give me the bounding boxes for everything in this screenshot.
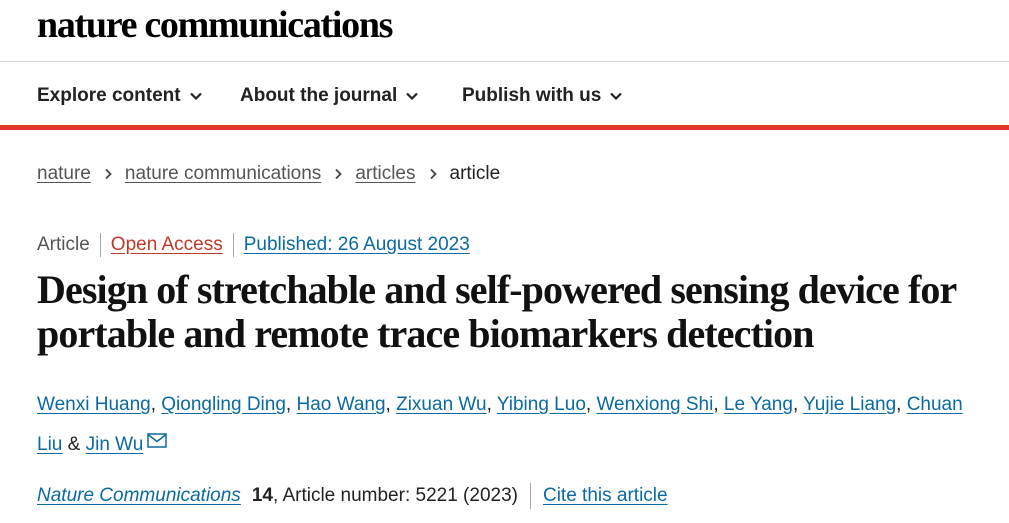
main-nav: Explore content About the journal Publis… — [0, 62, 1009, 130]
chevron-right-icon — [105, 168, 112, 180]
nav-explore-content[interactable]: Explore content — [37, 85, 202, 107]
nav-item-label: About the journal — [240, 85, 398, 106]
breadcrumb-current: article — [449, 163, 501, 184]
published-date-link[interactable]: Published: 26 August 2023 — [244, 234, 470, 256]
author-link[interactable]: Wenxiong Shi — [596, 394, 713, 415]
breadcrumb: nature nature communications articles ar… — [37, 163, 500, 185]
nav-item-label: Publish with us — [462, 85, 602, 106]
meta-divider — [99, 233, 101, 257]
site-logo[interactable]: nature communications — [37, 2, 393, 48]
open-access-link[interactable]: Open Access — [111, 234, 223, 256]
article-type: Article — [37, 234, 90, 255]
author-link[interactable]: Hao Wang — [296, 394, 385, 415]
author-separator: , — [585, 394, 597, 415]
chevron-right-icon — [335, 168, 343, 180]
author-link[interactable]: Le Yang — [724, 394, 793, 415]
author-link[interactable]: Jin Wu — [86, 434, 144, 455]
mail-icon[interactable] — [147, 433, 168, 448]
author-separator: , — [285, 394, 297, 415]
article-title: Design of stretchable and self-powered s… — [37, 267, 957, 356]
article-meta: Article Open Access Published: 26 August… — [37, 233, 470, 257]
site-header: nature communications — [0, 0, 1009, 62]
nav-item-label: Explore content — [37, 85, 181, 106]
author-link[interactable]: Wenxi Huang — [37, 394, 151, 415]
breadcrumb-nature[interactable]: nature — [37, 163, 91, 185]
article-number: , Article number: 5221 (2023) — [272, 485, 518, 506]
author-separator: , — [150, 394, 162, 415]
chevron-down-icon — [406, 92, 419, 100]
author-separator: , — [385, 394, 397, 415]
chevron-right-icon — [429, 168, 437, 180]
cite-this-article-link[interactable]: Cite this article — [543, 485, 668, 507]
author-separator: , — [896, 394, 907, 415]
nav-about-journal[interactable]: About the journal — [240, 85, 419, 107]
author-link[interactable]: Zixuan Wu — [396, 394, 486, 415]
breadcrumb-articles[interactable]: articles — [355, 163, 415, 185]
author-link[interactable]: Yibing Luo — [497, 394, 586, 415]
author-list: Wenxi Huang, Qiongling Ding, Hao Wang, Z… — [37, 385, 987, 465]
nav-publish-with-us[interactable]: Publish with us — [462, 85, 623, 107]
author-separator: , — [713, 394, 724, 415]
breadcrumb-nature-communications[interactable]: nature communications — [125, 163, 321, 185]
citation-divider — [529, 483, 531, 509]
citation-line: Nature Communications 14 , Article numbe… — [37, 483, 668, 509]
chevron-down-icon — [610, 92, 623, 100]
author-link[interactable]: Yujie Liang — [803, 394, 896, 415]
meta-divider — [232, 233, 234, 257]
volume-number: 14 — [251, 485, 273, 506]
journal-link[interactable]: Nature Communications — [37, 485, 241, 507]
author-separator: , — [792, 394, 804, 415]
author-separator: , — [486, 394, 497, 415]
author-link[interactable]: Qiongling Ding — [161, 394, 286, 415]
author-separator: & — [62, 434, 86, 455]
chevron-down-icon — [189, 92, 202, 100]
